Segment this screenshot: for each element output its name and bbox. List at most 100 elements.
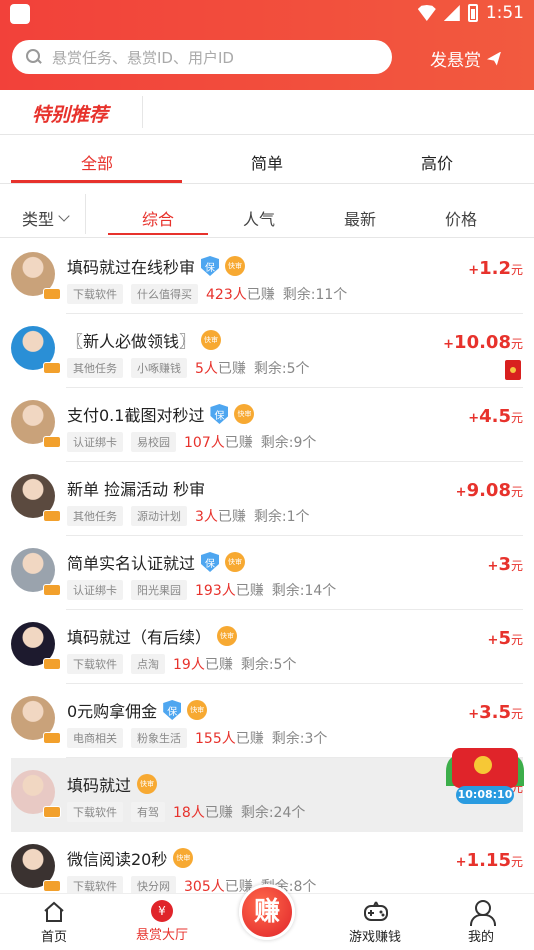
task-title: 新单 捡漏活动 秒审 <box>67 476 205 500</box>
remaining-count: 剩余:3个 <box>271 731 328 747</box>
sort-price[interactable]: 价格 <box>445 206 477 230</box>
earned-number: 18人 <box>173 805 205 821</box>
fast-review-icon: 快审 <box>225 256 246 276</box>
price-value: 4.5 <box>479 406 511 427</box>
avatar[interactable] <box>11 400 61 448</box>
earned-count: 155人已赚 <box>195 728 264 748</box>
avatar[interactable] <box>11 252 61 300</box>
task-tag: 其他任务 <box>67 358 123 378</box>
task-tag: 点淘 <box>131 654 165 674</box>
avatar[interactable] <box>11 622 61 670</box>
task-row[interactable]: 0元购拿佣金保快审 电商相关 粉象生活 155人已赚 剩余:3个 +3.5元 <box>0 684 534 758</box>
sort-popularity[interactable]: 人气 <box>243 206 275 230</box>
floating-red-packet[interactable]: 10:08:10 <box>446 748 526 806</box>
nav-reward-hall[interactable]: ¥ 悬赏大厅 <box>134 900 190 943</box>
earned-number: 3人 <box>195 509 218 525</box>
avatar[interactable] <box>11 548 61 596</box>
fast-review-icon: 快审 <box>137 774 158 794</box>
avatar[interactable] <box>11 696 61 744</box>
sort-indicator <box>108 233 208 235</box>
task-tag: 认证绑卡 <box>67 580 123 600</box>
price-value: 3 <box>498 554 511 575</box>
task-row[interactable]: 新单 捡漏活动 秒审 其他任务 源动计划 3人已赚 剩余:1个 +9.08元 <box>0 462 534 536</box>
task-meta: 下载软件 什么值得买 423人已赚 剩余:11个 <box>67 284 347 304</box>
sort-latest[interactable]: 最新 <box>344 206 376 230</box>
price-unit: 元 <box>510 337 523 351</box>
task-title: 填码就过在线秒审保快审 <box>67 254 246 278</box>
category-tabs: 全部 简单 高价 <box>0 136 534 184</box>
price-unit: 元 <box>510 411 523 425</box>
earned-suffix: 已赚 <box>224 435 253 451</box>
special-title[interactable]: 特别推荐 <box>32 100 108 127</box>
price-unit: 元 <box>510 633 523 647</box>
task-tag: 下载软件 <box>67 284 123 304</box>
task-row[interactable]: 简单实名认证就过保快审 认证绑卡 阳光果园 193人已赚 剩余:14个 +3元 <box>0 536 534 610</box>
status-right: 1:51 <box>418 3 524 23</box>
nav-game-earn[interactable]: 游戏赚钱 <box>347 900 403 945</box>
publish-reward-button[interactable]: 发悬赏 <box>430 46 501 71</box>
gamepad-icon <box>363 900 388 924</box>
price-value: 1.2 <box>479 258 511 279</box>
price-plus: + <box>487 633 499 648</box>
task-price: +3元 <box>488 554 523 575</box>
earned-suffix: 已赚 <box>204 657 233 673</box>
tab-all[interactable]: 全部 <box>81 150 113 174</box>
task-price: +9.08元 <box>456 480 523 501</box>
wifi-icon <box>418 5 436 21</box>
search-input[interactable]: 悬赏任务、悬赏ID、用户ID <box>12 40 392 74</box>
task-row[interactable]: 填码就过在线秒审保快审 下载软件 什么值得买 423人已赚 剩余:11个 +1.2元 <box>0 240 534 314</box>
task-price: +3.5元 <box>468 702 523 723</box>
nav-game-earn-label: 游戏赚钱 <box>348 930 401 945</box>
earn-button[interactable]: 赚 <box>239 884 295 940</box>
task-row[interactable]: 填码就过（有后续） 快审 下载软件 点淘 19人已赚 剩余:5个 +5元 <box>0 610 534 684</box>
fast-review-icon: 快审 <box>187 700 208 720</box>
task-meta: 电商相关 粉象生活 155人已赚 剩余:3个 <box>67 728 327 748</box>
special-recommend-bar: 特别推荐 <box>0 90 534 135</box>
earned-count: 5人已赚 <box>195 358 246 378</box>
remaining-count: 剩余:9个 <box>260 435 317 451</box>
guarantee-shield-icon: 保 <box>201 552 220 572</box>
earned-number: 107人 <box>184 435 225 451</box>
fast-review-icon: 快审 <box>234 404 255 424</box>
remaining-count: 剩余:1个 <box>253 509 310 525</box>
avatar[interactable] <box>11 474 61 522</box>
task-price: +5元 <box>488 628 523 649</box>
divider <box>85 194 86 234</box>
task-meta: 下载软件 有驾 18人已赚 剩余:24个 <box>67 802 305 822</box>
tab-simple[interactable]: 简单 <box>251 150 283 174</box>
tab-high-price[interactable]: 高价 <box>421 150 453 174</box>
user-icon <box>470 900 496 926</box>
nav-reward-hall-label: 悬赏大厅 <box>135 928 188 943</box>
task-price: +10.08元 <box>443 332 523 353</box>
divider <box>142 96 143 128</box>
task-tag: 源动计划 <box>131 506 187 526</box>
price-plus: + <box>468 263 480 278</box>
nav-home-label: 首页 <box>40 930 67 945</box>
avatar[interactable] <box>11 770 61 818</box>
red-packet-icon <box>505 360 521 380</box>
task-title: 填码就过（有后续） 快审 <box>67 624 238 648</box>
avatar[interactable] <box>11 326 61 374</box>
avatar[interactable] <box>11 844 61 892</box>
price-value: 5 <box>498 628 511 649</box>
task-tag: 粉象生活 <box>131 728 187 748</box>
task-title-text: 0元购拿佣金 <box>67 702 158 721</box>
nav-mine[interactable]: 我的 <box>465 900 497 945</box>
task-tag: 下载软件 <box>67 802 123 822</box>
earned-count: 193人已赚 <box>195 580 264 600</box>
vip-badge-icon <box>43 362 61 374</box>
task-row[interactable]: 〖新人必做领钱〗 快审 其他任务 小啄赚钱 5人已赚 剩余:5个 +10.08元 <box>0 314 534 388</box>
task-meta: 其他任务 源动计划 3人已赚 剩余:1个 <box>67 506 310 526</box>
task-list: 填码就过在线秒审保快审 下载软件 什么值得买 423人已赚 剩余:11个 +1.2元 〖新人… <box>0 240 534 906</box>
yen-icon: ¥ <box>151 900 173 922</box>
price-unit: 元 <box>510 855 523 869</box>
earned-number: 19人 <box>173 657 205 673</box>
task-title-text: 填码就过 <box>67 776 132 795</box>
nav-home[interactable]: 首页 <box>38 900 70 945</box>
type-dropdown[interactable]: 类型 <box>22 206 70 230</box>
chevron-down-icon <box>58 210 70 222</box>
sort-comprehensive[interactable]: 综合 <box>142 206 174 230</box>
task-row[interactable]: 支付0.1截图对秒过保快审 认证绑卡 易校园 107人已赚 剩余:9个 +4.5元 <box>0 388 534 462</box>
task-tag: 易校园 <box>131 432 176 452</box>
task-tag: 有驾 <box>131 802 165 822</box>
